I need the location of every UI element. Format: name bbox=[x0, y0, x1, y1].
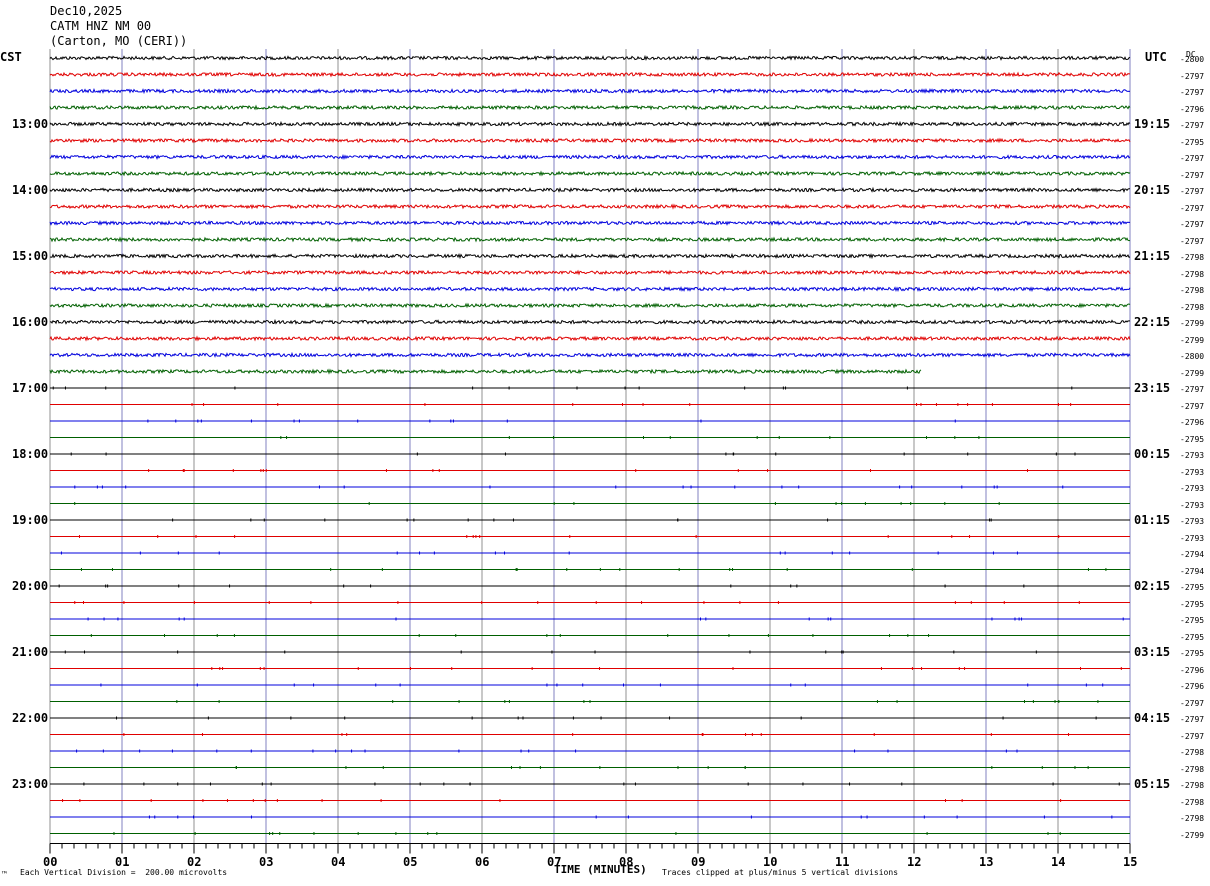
trace-line-green bbox=[49, 104, 1131, 111]
trace-line-red bbox=[49, 203, 1131, 210]
helicorder-plot bbox=[49, 49, 1131, 854]
trace-line-black bbox=[49, 252, 1131, 260]
trace-line-black bbox=[49, 120, 1131, 128]
trace-line-green bbox=[49, 236, 1131, 243]
trace-line-black bbox=[49, 54, 1131, 61]
corner-mark: ™ bbox=[2, 870, 7, 879]
trace-line-red bbox=[49, 335, 1131, 342]
footer-vertical-division: Each Vertical Division = 200.00 microvol… bbox=[20, 868, 228, 877]
footer-clipping-note: Traces clipped at plus/minus 5 vertical … bbox=[662, 868, 899, 877]
trace-line-green bbox=[49, 170, 1131, 177]
trace-line-blue bbox=[49, 286, 1131, 293]
trace-line-black bbox=[49, 318, 1131, 325]
trace-line-blue bbox=[49, 220, 1131, 226]
trace-line-black bbox=[49, 186, 1131, 194]
trace-line-blue bbox=[49, 351, 1131, 359]
trace-line-red bbox=[49, 71, 1131, 78]
trace-line-blue bbox=[49, 88, 1131, 95]
trace-line-red bbox=[49, 269, 1131, 276]
trace-line-red bbox=[49, 137, 1131, 144]
trace-line-green bbox=[49, 302, 1131, 309]
x-axis-title: TIME (MINUTES) bbox=[554, 863, 647, 876]
trace-line-green bbox=[49, 368, 922, 375]
trace-line-blue bbox=[49, 153, 1131, 161]
